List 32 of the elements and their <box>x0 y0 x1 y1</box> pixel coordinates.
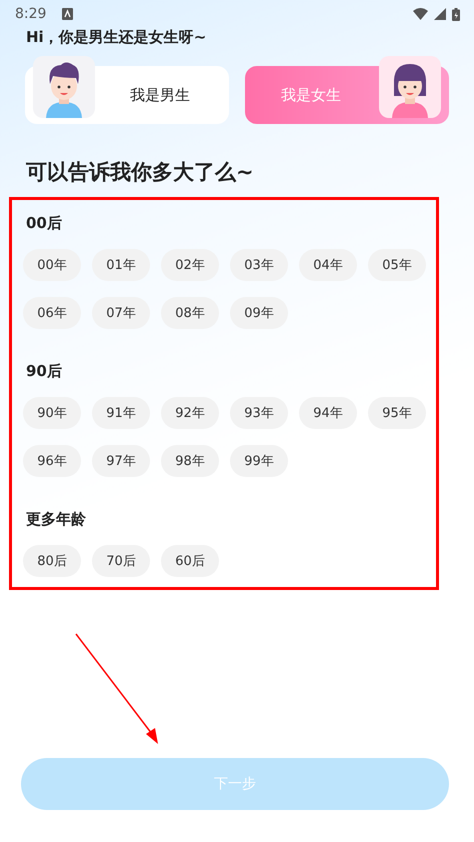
greeting-text: Hi，你是男生还是女生呀~ <box>25 28 208 48</box>
age-option[interactable]: 08年 <box>161 297 219 329</box>
age-option[interactable]: 99年 <box>230 445 288 477</box>
status-time: 8:29 <box>15 6 46 22</box>
age-group-title: 00后 <box>26 214 63 234</box>
age-option[interactable]: 91年 <box>92 397 150 429</box>
age-option[interactable]: 05年 <box>368 249 426 281</box>
age-question-title: 可以告诉我你多大了么~ <box>25 159 255 186</box>
age-option[interactable]: 80后 <box>23 545 81 577</box>
age-group-title: 90后 <box>26 362 63 382</box>
age-option[interactable]: 02年 <box>161 249 219 281</box>
age-option[interactable]: 01年 <box>92 249 150 281</box>
age-option[interactable]: 04年 <box>299 249 357 281</box>
age-option[interactable]: 03年 <box>230 249 288 281</box>
age-option[interactable]: 00年 <box>23 249 81 281</box>
age-option[interactable]: 98年 <box>161 445 219 477</box>
age-option[interactable]: 92年 <box>161 397 219 429</box>
age-option[interactable]: 94年 <box>299 397 357 429</box>
age-option[interactable]: 96年 <box>23 445 81 477</box>
age-option[interactable]: 09年 <box>230 297 288 329</box>
age-option[interactable]: 90年 <box>23 397 81 429</box>
age-option[interactable]: 97年 <box>92 445 150 477</box>
age-option[interactable]: 93年 <box>230 397 288 429</box>
age-option[interactable]: 95年 <box>368 397 426 429</box>
age-option[interactable]: 70后 <box>92 545 150 577</box>
age-option[interactable]: 07年 <box>92 297 150 329</box>
gender-option[interactable]: 我是男生 <box>25 56 229 124</box>
age-option[interactable]: 60后 <box>161 545 219 577</box>
gender-label: 我是男生 <box>130 86 190 104</box>
gender-label: 我是女生 <box>281 86 341 104</box>
age-group-title: 更多年龄 <box>26 510 87 530</box>
age-option[interactable]: 06年 <box>23 297 81 329</box>
